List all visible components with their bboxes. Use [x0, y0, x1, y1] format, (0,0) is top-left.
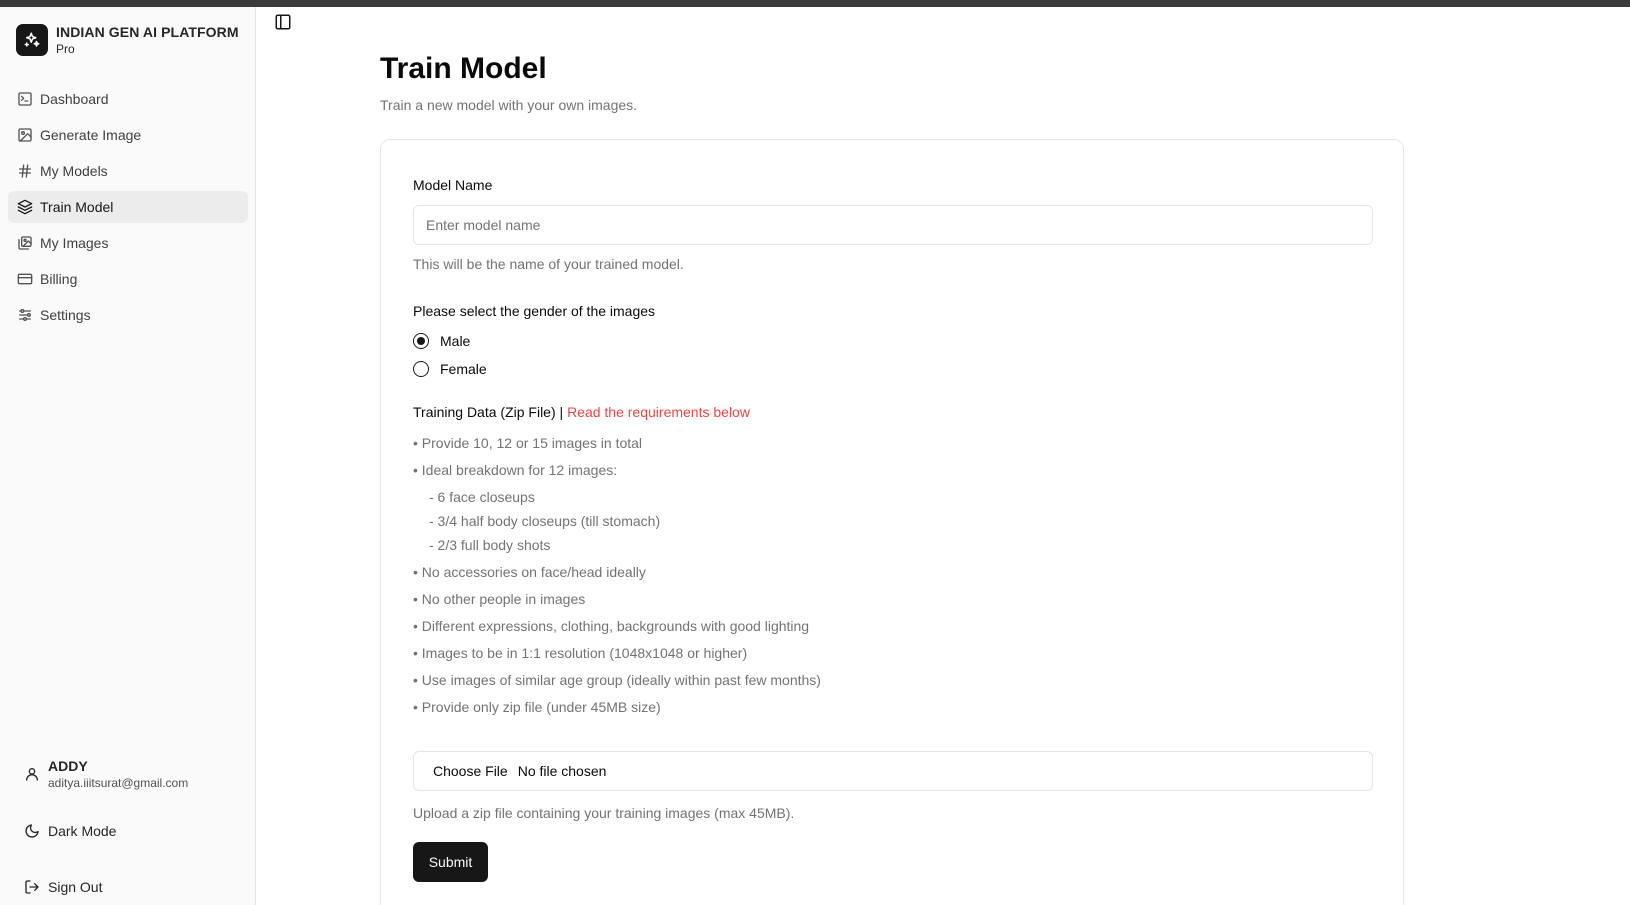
file-upload-input[interactable]: Choose File No file chosen [413, 751, 1373, 791]
sidebar-item-billing[interactable]: Billing [8, 263, 248, 295]
requirement-item: • Provide 10, 12 or 15 images in total [413, 435, 643, 451]
sidebar-item-label: Generate Image [40, 127, 142, 143]
gender-radio-male[interactable]: Male [413, 333, 470, 349]
requirement-item: • No accessories on face/head ideally [413, 564, 646, 580]
requirement-subitem: - 3/4 half body closeups (till stomach) [429, 513, 661, 529]
requirement-item: • Provide only zip file (under 45MB size… [413, 699, 661, 715]
sidebar-item-my-images[interactable]: My Images [8, 227, 248, 259]
training-data-label: Training Data (Zip File) | Read the requ… [413, 404, 750, 420]
training-data-text: Training Data (Zip File) | [413, 404, 568, 420]
requirements-link[interactable]: Read the requirements below [567, 404, 750, 420]
sidebar-item-dashboard[interactable]: Dashboard [8, 83, 248, 115]
gender-radio-female[interactable]: Female [413, 361, 487, 377]
radio-selected-dot [417, 337, 425, 345]
requirement-subitem: - 2/3 full body shots [429, 537, 551, 553]
model-name-label: Model Name [413, 177, 493, 193]
image-icon [18, 128, 32, 142]
sign-out-button[interactable]: Sign Out [24, 879, 102, 895]
sidebar-item-settings[interactable]: Settings [8, 299, 248, 331]
sidebar-item-generate-image[interactable]: Generate Image [8, 119, 248, 151]
user-email: aditya.iiitsurat@gmail.com [48, 776, 189, 790]
sidebar-item-label: Billing [40, 271, 78, 287]
sidebar-item-label: Dashboard [40, 91, 109, 107]
model-name-help: This will be the name of your trained mo… [413, 256, 684, 272]
gender-option-label: Female [440, 361, 487, 377]
sidebar-item-label: My Models [40, 163, 108, 179]
requirements-list: • Provide 10, 12 or 15 images in total •… [413, 434, 1373, 716]
requirement-item: • No other people in images [413, 591, 586, 607]
requirement-item: • Different expressions, clothing, backg… [413, 618, 810, 634]
model-name-input[interactable] [413, 205, 1373, 245]
hash-icon [19, 164, 31, 178]
sidebar-item-label: My Images [40, 235, 109, 251]
page-title: Train Model [380, 52, 547, 85]
requirement-subitem: - 6 face closeups [429, 489, 535, 505]
file-status: No file chosen [517, 763, 607, 779]
panel-left-icon [275, 14, 291, 30]
submit-button[interactable]: Submit [413, 842, 488, 882]
requirement-item: • Use images of similar age group (ideal… [413, 672, 821, 688]
sidebar: INDIAN GEN AI PLATFORM Pro Dashboard Gen… [0, 7, 256, 905]
user-icon [26, 768, 38, 781]
user-name: ADDY [48, 758, 88, 774]
log-out-icon [25, 880, 39, 894]
sidebar-item-train-model[interactable]: Train Model [8, 191, 248, 223]
brand-plan: Pro [56, 42, 75, 56]
dark-mode-button[interactable]: Dark Mode [24, 823, 116, 839]
choose-file-button[interactable]: Choose File [433, 763, 508, 779]
gender-option-label: Male [440, 333, 471, 349]
sidebar-item-my-models[interactable]: My Models [8, 155, 248, 187]
radio-button[interactable] [413, 361, 429, 377]
dashboard-icon [18, 92, 32, 106]
requirement-item: • Ideal breakdown for 12 images: [413, 462, 618, 478]
credit-card-icon [17, 273, 33, 285]
train-model-form-card: Model Name This will be the name of your… [380, 139, 1404, 905]
window-top-bar [0, 0, 1630, 7]
brand-name: INDIAN GEN AI PLATFORM [56, 24, 239, 40]
layers-icon [17, 199, 33, 215]
user-profile[interactable]: ADDY aditya.iiitsurat@gmail.com [24, 757, 188, 791]
sidebar-nav: Dashboard Generate Image My Models Train… [8, 83, 248, 335]
sidebar-item-label: Settings [40, 307, 91, 323]
page-subtitle: Train a new model with your own images. [380, 97, 638, 113]
sidebar-item-label: Train Model [40, 199, 114, 215]
sparkles-icon [16, 24, 48, 56]
moon-icon [25, 824, 39, 838]
sign-out-label: Sign Out [48, 879, 103, 895]
radio-button[interactable] [413, 333, 429, 349]
dark-mode-label: Dark Mode [48, 823, 117, 839]
file-upload-help: Upload a zip file containing your traini… [413, 805, 795, 821]
requirement-item: • Images to be in 1:1 resolution (1048x1… [413, 645, 748, 661]
sidebar-toggle-button[interactable] [274, 13, 292, 31]
brand[interactable]: INDIAN GEN AI PLATFORM Pro [16, 23, 239, 57]
gender-label: Please select the gender of the images [413, 303, 656, 319]
images-icon [18, 236, 32, 250]
sliders-icon [19, 309, 31, 321]
